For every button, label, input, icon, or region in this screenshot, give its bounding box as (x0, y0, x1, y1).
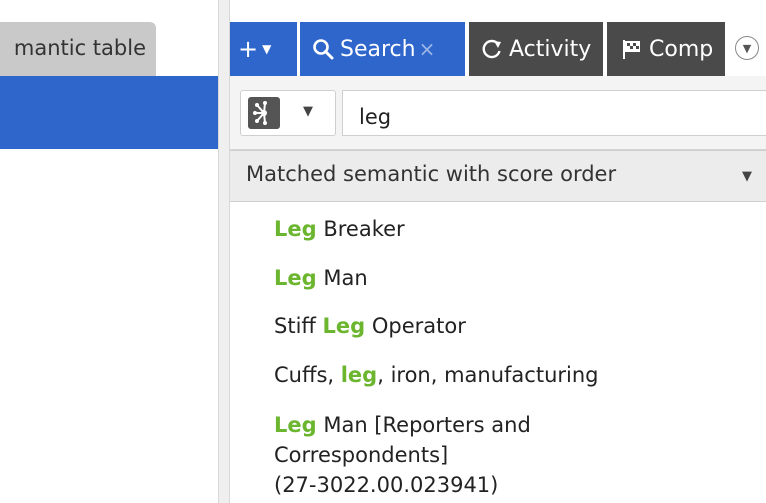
flag-icon (623, 40, 640, 59)
result-suffix: Man (316, 266, 368, 290)
tab-activity[interactable]: Activity (469, 22, 603, 76)
result-suffix: , iron, manufacturing (377, 363, 599, 387)
result-match: leg (340, 363, 378, 387)
list-item[interactable]: Leg Breaker (274, 217, 405, 241)
search-row: ▼ (230, 76, 766, 150)
result-match: Leg (274, 217, 317, 241)
network-icon (248, 97, 280, 129)
search-icon (313, 39, 334, 60)
tabs-overflow-button[interactable]: ▼ (735, 36, 759, 60)
scope-dropdown-button[interactable]: ▼ (240, 90, 336, 136)
tab-search[interactable]: Search × (300, 22, 465, 76)
tab-semantic-table[interactable]: mantic table (0, 22, 156, 76)
panel-splitter[interactable] (218, 0, 230, 503)
order-select[interactable]: Matched semantic with score order ▼ (230, 150, 766, 202)
add-tab-label: + (238, 35, 259, 63)
result-match: Leg (274, 413, 317, 437)
list-item[interactable]: Cuffs, leg, iron, manufacturing (274, 363, 599, 387)
result-prefix: Stiff (274, 314, 323, 338)
chevron-down-icon: ▼ (303, 104, 313, 119)
result-suffix: Operator (365, 314, 466, 338)
result-line-1: Leg Man [Reporters and (274, 410, 531, 440)
tab-search-label: Search (340, 36, 416, 62)
tab-comp-label: Comp (649, 36, 714, 62)
right-panel: + ▼ Search × Activity Comp ▼ ▼ leg Match… (230, 0, 766, 503)
refresh-icon (482, 39, 501, 59)
result-suffix: Breaker (316, 217, 405, 241)
left-selected-row[interactable] (0, 76, 218, 149)
search-input[interactable] (342, 90, 766, 136)
chevron-down-icon: ▼ (742, 41, 752, 55)
result-prefix: Cuffs, (274, 363, 341, 387)
left-panel: mantic table (0, 0, 218, 503)
result-match: Leg (322, 314, 366, 338)
result-match: Leg (274, 266, 317, 290)
right-tabstrip: + ▼ Search × Activity Comp ▼ (230, 0, 766, 76)
result-line-2: Correspondents] (274, 443, 449, 467)
chevron-down-icon: ▼ (262, 42, 272, 56)
tab-activity-label: Activity (509, 36, 592, 62)
list-item[interactable]: Leg Man (274, 266, 368, 290)
results-list: Leg Breaker Leg Man Stiff Leg Operator C… (230, 203, 766, 503)
result-suffix: Man [Reporters and (316, 413, 531, 437)
tab-comp[interactable]: Comp (607, 22, 725, 76)
order-select-label: Matched semantic with score order (246, 162, 617, 186)
add-tab-button[interactable]: + ▼ (230, 22, 297, 76)
chevron-down-icon: ▼ (742, 169, 752, 184)
close-icon[interactable]: × (419, 37, 436, 61)
left-tabstrip: mantic table (0, 0, 218, 76)
result-line-3: (27-3022.00.023941) (274, 473, 499, 497)
list-item[interactable]: Leg Man [Reporters and Correspondents] (… (274, 410, 531, 500)
tab-semantic-table-label: mantic table (13, 36, 146, 60)
list-item[interactable]: Stiff Leg Operator (274, 314, 466, 338)
